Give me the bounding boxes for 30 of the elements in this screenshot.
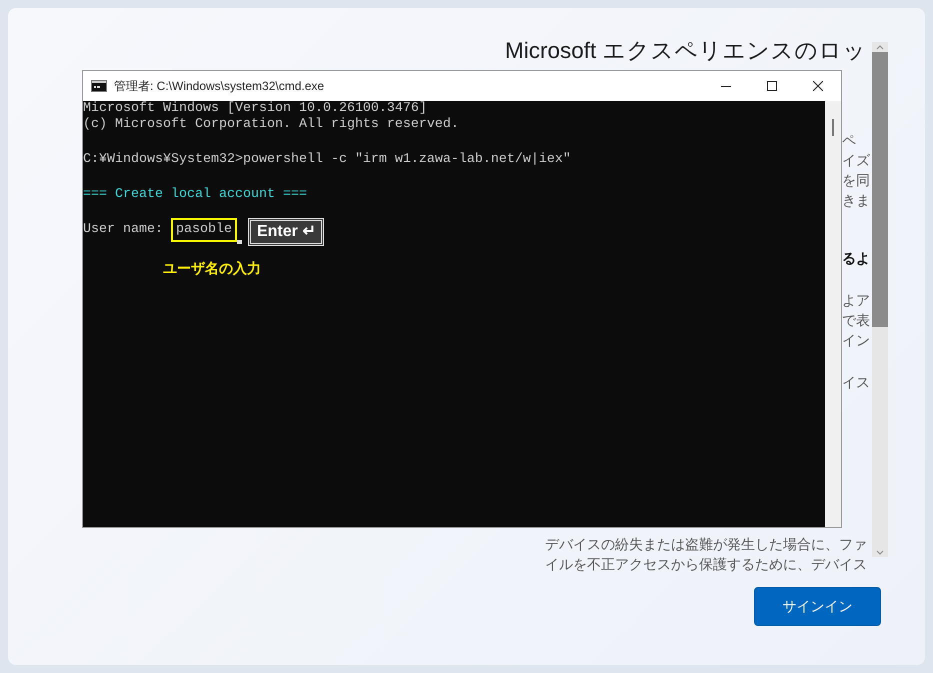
body-text: で表 [842,311,871,330]
body-text: イン [842,331,871,350]
scroll-down-icon[interactable] [876,550,884,554]
body-text: イス [842,373,871,392]
scroll-up-icon[interactable] [876,44,884,50]
console-scrollbar[interactable] [825,101,841,527]
page-title: Microsoft エクスペリエンスのロッ [505,37,868,65]
console-line: === Create local account === [83,187,308,203]
console-icon [91,80,107,92]
enter-key: Enter ↵ [250,220,322,244]
prompt-text: User name: [83,222,163,238]
body-text: よア [842,291,871,310]
body-text: デバイスの紛失または盗難が発生した場合に、ファ [545,535,868,554]
body-text: を同 [842,171,871,190]
section-heading: るよ [842,249,871,268]
close-icon [813,81,823,91]
annotation-caption: ユーザ名の入力 [163,260,261,276]
maximize-icon [767,81,777,91]
window-title: 管理者: C:\Windows\system32\cmd.exe [114,78,324,95]
body-text: ペ [842,131,857,150]
console-line: (c) Microsoft Corporation. All rights reserved. [83,117,460,133]
body-text: イルを不正アクセスから保護するために、デバイス [545,555,868,574]
body-text: イズ [842,151,871,170]
scrollbar[interactable] [872,42,888,557]
console-line: C:¥Windows¥System32>powershell -c ″irm w1.zawa-lab.net/w|iex″ [83,152,572,168]
user-name-input[interactable]: pasoble [170,218,237,242]
body-text: きま [842,191,871,210]
console-line: Microsoft Windows [Version 10.0.26100.3476] [83,101,428,117]
cursor [236,240,242,244]
sign-in-button[interactable]: サインイン [754,587,881,626]
